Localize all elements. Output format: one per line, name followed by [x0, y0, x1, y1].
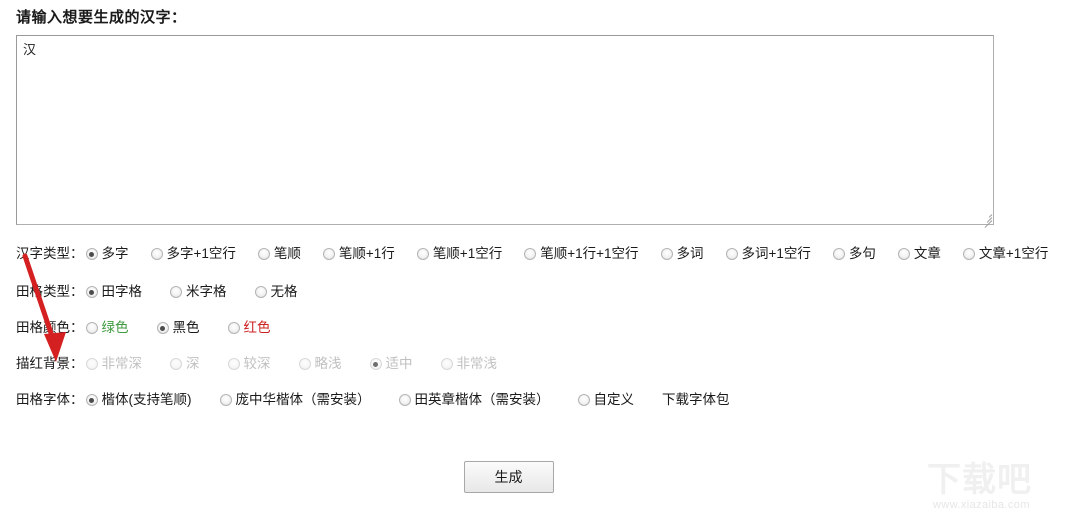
radio-icon-trace_background-0[interactable]	[85, 358, 98, 370]
radio-icon-trace_background-2[interactable]	[227, 358, 240, 370]
radio-option-grid_color-1[interactable]: 黑色	[156, 317, 200, 339]
radio-label-hanzi_type-10: 文章+1空行	[978, 246, 1049, 261]
radio-label-grid_font-3: 自定义	[593, 392, 635, 407]
radio-label-trace_background-4: 适中	[385, 356, 413, 371]
row-label-grid_type: 田格类型：	[16, 284, 84, 299]
radio-icon-grid_type-2[interactable]	[254, 286, 267, 298]
radio-icon-grid_font-3[interactable]	[577, 394, 590, 406]
option-row-grid_type: 田格类型： 田字格 米字格 无格	[0, 281, 1071, 303]
radio-option-trace_background-0[interactable]: 非常深	[85, 353, 143, 375]
radio-option-grid_font-1[interactable]: 庞中华楷体（需安装）	[219, 389, 371, 411]
radio-icon-grid_font-0[interactable]	[85, 394, 98, 406]
radio-icon-hanzi_type-4[interactable]	[416, 248, 429, 260]
radio-option-grid_color-2[interactable]: 红色	[227, 317, 271, 339]
radio-option-hanzi_type-7[interactable]: 多词+1空行	[725, 243, 811, 265]
radio-option-hanzi_type-1[interactable]: 多字+1空行	[150, 243, 236, 265]
radio-option-hanzi_type-6[interactable]: 多词	[660, 243, 704, 265]
radio-label-grid_color-1: 黑色	[172, 320, 200, 335]
row-label-grid_color: 田格颜色：	[16, 320, 84, 335]
radio-option-hanzi_type-0[interactable]: 多字	[85, 243, 129, 265]
radio-option-grid_font-2[interactable]: 田英章楷体（需安装）	[398, 389, 550, 411]
radio-icon-hanzi_type-0[interactable]	[85, 248, 98, 260]
hanzi-input-wrapper	[16, 35, 994, 228]
radio-icon-hanzi_type-9[interactable]	[897, 248, 910, 260]
download-font-pack-link[interactable]: 下载字体包	[662, 389, 730, 411]
radio-label-grid_color-0: 绿色	[101, 320, 129, 335]
radio-label-hanzi_type-9: 文章	[913, 246, 941, 261]
radio-icon-hanzi_type-6[interactable]	[660, 248, 673, 260]
radio-option-hanzi_type-5[interactable]: 笔顺+1行+1空行	[524, 243, 639, 265]
radio-label-trace_background-0: 非常深	[101, 356, 143, 371]
radio-option-hanzi_type-4[interactable]: 笔顺+1空行	[416, 243, 503, 265]
radio-option-grid_type-1[interactable]: 米字格	[170, 281, 227, 303]
radio-icon-trace_background-5[interactable]	[440, 358, 453, 370]
row-label-grid_font: 田格字体：	[16, 392, 84, 407]
radio-label-grid_font-2: 田英章楷体（需安装）	[414, 392, 550, 407]
radio-label-hanzi_type-3: 笔顺+1行	[338, 246, 395, 261]
radio-label-hanzi_type-0: 多字	[101, 246, 129, 261]
radio-option-trace_background-4[interactable]: 适中	[369, 353, 413, 375]
option-row-trace_background: 描红背景： 非常深 深 较深 略浅 适中 非常浅	[0, 353, 1071, 375]
radio-icon-grid_font-2[interactable]	[398, 394, 411, 406]
radio-icon-trace_background-3[interactable]	[298, 358, 311, 370]
radio-option-grid_color-0[interactable]: 绿色	[85, 317, 129, 339]
radio-option-grid_type-2[interactable]: 无格	[254, 281, 298, 303]
options-form: 汉字类型： 多字 多字+1空行 笔顺 笔顺+1行 笔顺+1空行 笔顺+1行+1空行 多词 多词+…	[0, 243, 1071, 425]
radio-icon-hanzi_type-7[interactable]	[725, 248, 738, 260]
radio-label-grid_type-2: 无格	[270, 284, 298, 299]
radio-icon-grid_font-1[interactable]	[219, 394, 232, 406]
radio-option-grid_type-0[interactable]: 田字格	[85, 281, 143, 303]
radio-option-grid_font-0[interactable]: 楷体(支持笔顺)	[85, 389, 192, 411]
watermark-url: www.xiazaiba.com	[933, 499, 1030, 511]
row-label-hanzi_type: 汉字类型：	[16, 246, 84, 261]
row-label-trace_background: 描红背景：	[16, 356, 84, 371]
radio-icon-grid_color-0[interactable]	[85, 322, 98, 334]
option-row-grid_color: 田格颜色： 绿色 黑色 红色	[0, 317, 1071, 339]
radio-label-trace_background-3: 略浅	[314, 356, 342, 371]
radio-label-grid_type-1: 米字格	[186, 284, 227, 299]
page-title: 请输入想要生成的汉字：	[16, 9, 187, 26]
radio-option-hanzi_type-9[interactable]: 文章	[897, 243, 941, 265]
radio-icon-hanzi_type-1[interactable]	[150, 248, 163, 260]
hanzi-textarea[interactable]	[16, 35, 994, 225]
radio-option-trace_background-2[interactable]: 较深	[227, 353, 271, 375]
option-row-hanzi_type: 汉字类型： 多字 多字+1空行 笔顺 笔顺+1行 笔顺+1空行 笔顺+1行+1空行 多词 多词+…	[0, 243, 1071, 265]
radio-label-hanzi_type-2: 笔顺	[273, 246, 301, 261]
radio-icon-trace_background-4[interactable]	[369, 358, 382, 370]
radio-icon-hanzi_type-3[interactable]	[322, 248, 335, 260]
radio-label-hanzi_type-7: 多词+1空行	[741, 246, 811, 261]
radio-option-trace_background-1[interactable]: 深	[170, 353, 200, 375]
radio-icon-hanzi_type-10[interactable]	[962, 248, 975, 260]
radio-label-grid_font-1: 庞中华楷体（需安装）	[235, 392, 371, 407]
radio-label-hanzi_type-1: 多字+1空行	[166, 246, 236, 261]
option-row-grid_font: 田格字体： 楷体(支持笔顺) 庞中华楷体（需安装） 田英章楷体（需安装） 自定义 下载字体…	[0, 389, 1071, 411]
radio-label-grid_font-0: 楷体(支持笔顺)	[101, 392, 192, 407]
radio-label-hanzi_type-8: 多句	[848, 246, 876, 261]
radio-label-hanzi_type-4: 笔顺+1空行	[432, 246, 503, 261]
radio-label-trace_background-2: 较深	[243, 356, 271, 371]
radio-option-trace_background-3[interactable]: 略浅	[298, 353, 342, 375]
radio-option-hanzi_type-3[interactable]: 笔顺+1行	[322, 243, 395, 265]
radio-label-grid_type-0: 田字格	[101, 284, 143, 299]
radio-icon-grid_color-2[interactable]	[227, 322, 240, 334]
radio-option-grid_font-3[interactable]: 自定义	[577, 389, 635, 411]
radio-label-hanzi_type-6: 多词	[676, 246, 704, 261]
radio-icon-grid_type-0[interactable]	[85, 286, 98, 298]
radio-icon-grid_type-1[interactable]	[170, 286, 182, 298]
radio-label-grid_color-2: 红色	[243, 320, 271, 335]
radio-icon-trace_background-1[interactable]	[170, 358, 182, 370]
radio-option-hanzi_type-8[interactable]: 多句	[832, 243, 876, 265]
radio-icon-hanzi_type-5[interactable]	[524, 248, 537, 260]
radio-icon-hanzi_type-2[interactable]	[257, 248, 270, 260]
radio-option-hanzi_type-10[interactable]: 文章+1空行	[962, 243, 1049, 265]
radio-label-trace_background-1: 深	[186, 356, 200, 371]
radio-icon-hanzi_type-8[interactable]	[832, 248, 845, 260]
radio-option-trace_background-5[interactable]: 非常浅	[440, 353, 498, 375]
generate-button[interactable]: 生成	[463, 461, 554, 493]
radio-option-hanzi_type-2[interactable]: 笔顺	[257, 243, 301, 265]
radio-label-hanzi_type-5: 笔顺+1行+1空行	[540, 246, 639, 261]
submit-row: 生成	[0, 461, 1017, 493]
radio-label-trace_background-5: 非常浅	[456, 356, 498, 371]
radio-icon-grid_color-1[interactable]	[156, 322, 169, 334]
